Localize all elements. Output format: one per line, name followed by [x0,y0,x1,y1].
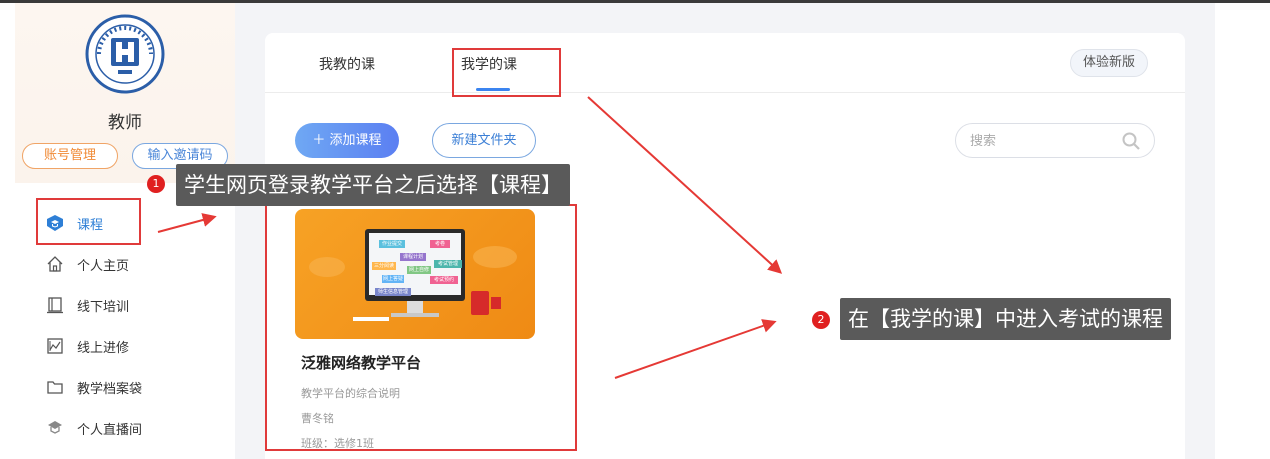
highlight-courses-nav [36,198,141,245]
search-icon[interactable] [1121,131,1141,151]
sidebar-item-label: 教学档案袋 [77,381,143,397]
sidebar-item-online-study[interactable]: 线上进修 [45,334,129,358]
highlight-learning-tab [452,48,561,97]
new-folder-button[interactable]: 新建文件夹 [432,123,536,158]
university-seal-icon [85,14,165,94]
user-role: 教师 [108,113,142,133]
sidebar-item-live-room[interactable]: 个人直播间 [45,416,142,440]
sidebar-item-label: 个人直播间 [77,422,143,438]
sidebar-item-portfolio[interactable]: 教学档案袋 [45,375,142,399]
book-icon [45,295,65,315]
live-icon [45,418,65,438]
try-new-version-button[interactable]: 体验新版 [1070,49,1148,77]
right-margin [1215,3,1270,459]
annotation-step2-badge: 2 [812,311,830,329]
left-margin [0,3,15,459]
annotation-step1: 学生网页登录教学平台之后选择【课程】 [176,164,570,206]
sidebar-item-home[interactable]: 个人主页 [45,252,129,276]
tabs-divider [265,92,1185,93]
sidebar-item-offline-training[interactable]: 线下培训 [45,293,129,317]
annotation-step2: 在【我学的课】中进入考试的课程 [840,298,1171,340]
add-course-button[interactable]: ＋ 添加课程 [295,123,399,158]
annotation-step1-badge: 1 [147,175,165,193]
search-box [955,123,1155,158]
folder-icon [45,377,65,397]
highlight-course-card [265,204,577,451]
tab-courses-teaching[interactable]: 我教的课 [319,54,375,74]
chart-book-icon [45,336,65,356]
sidebar-item-label: 线下培训 [77,299,130,315]
search-input[interactable] [970,132,1120,150]
sidebar-item-label: 线上进修 [77,340,130,356]
home-icon [45,254,65,274]
account-management-button[interactable]: 账号管理 [22,143,118,169]
sidebar-item-label: 个人主页 [77,258,130,274]
